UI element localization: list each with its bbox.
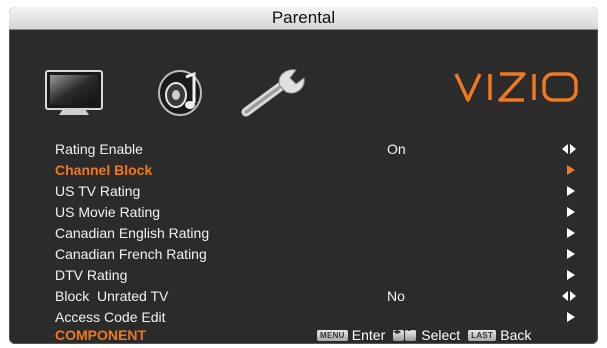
input-source-label: COMPONENT [55,327,146,343]
menu-item-block-unrated-tv[interactable]: Block Unrated TV No [9,286,598,307]
menu-item-access-code-edit[interactable]: Access Code Edit [9,307,598,328]
right-arrow-icon[interactable] [567,312,575,322]
menu-item-label: Access Code Edit [55,309,166,325]
menu-item-us-movie-rating[interactable]: US Movie Rating [9,202,598,223]
menu-item-dtv-rating[interactable]: DTV Rating [9,265,598,286]
menu-item-label: Rating Enable [55,141,143,157]
parental-menu-window: Parental Rating Enable On Channel Block … [9,7,598,344]
menu-item-us-tv-rating[interactable]: US TV Rating [9,181,598,202]
menu-item-canadian-french-rating[interactable]: Canadian French Rating [9,244,598,265]
tv-icon[interactable] [43,69,105,117]
select-hint: Select [421,327,461,343]
menu-item-value: On [387,141,406,157]
menu-item-label: Block Unrated TV [55,288,169,304]
speaker-icon[interactable] [156,69,204,117]
last-key-icon: LAST [468,329,497,341]
right-arrow-icon[interactable] [567,165,575,175]
window-title: Parental [9,7,598,30]
right-arrow-icon[interactable] [567,270,575,280]
vizio-logo [454,72,578,102]
menu-key-icon: MENU [317,329,348,341]
enter-hint: Enter [351,327,386,343]
left-right-arrow-icon[interactable] [562,291,576,301]
right-arrow-icon[interactable] [567,207,575,217]
right-arrow-icon[interactable] [567,249,575,259]
menu-item-label: US Movie Rating [55,204,161,220]
right-arrow-icon[interactable] [567,228,575,238]
menu-item-label: Canadian English Rating [55,225,210,241]
menu-item-value: No [387,288,405,304]
footer-bar: COMPONENT MENU Enter Select LAST Back [9,326,598,344]
left-right-arrow-icon[interactable] [562,144,576,154]
menu-item-label: US TV Rating [55,183,141,199]
menu-item-rating-enable[interactable]: Rating Enable On [9,139,598,160]
menu-item-label: Channel Block [55,162,153,178]
menu-item-canadian-english-rating[interactable]: Canadian English Rating [9,223,598,244]
right-arrow-icon[interactable] [567,186,575,196]
key-hints: MENU Enter Select LAST Back [317,326,539,344]
menu-item-label: DTV Rating [55,267,128,283]
category-icon-row [9,29,598,137]
back-hint: Back [500,327,532,343]
wrench-tools-icon[interactable] [240,66,312,118]
menu-item-channel-block[interactable]: Channel Block [9,160,598,181]
arrow-keys-icon [393,327,417,341]
menu-item-label: Canadian French Rating [55,246,207,262]
